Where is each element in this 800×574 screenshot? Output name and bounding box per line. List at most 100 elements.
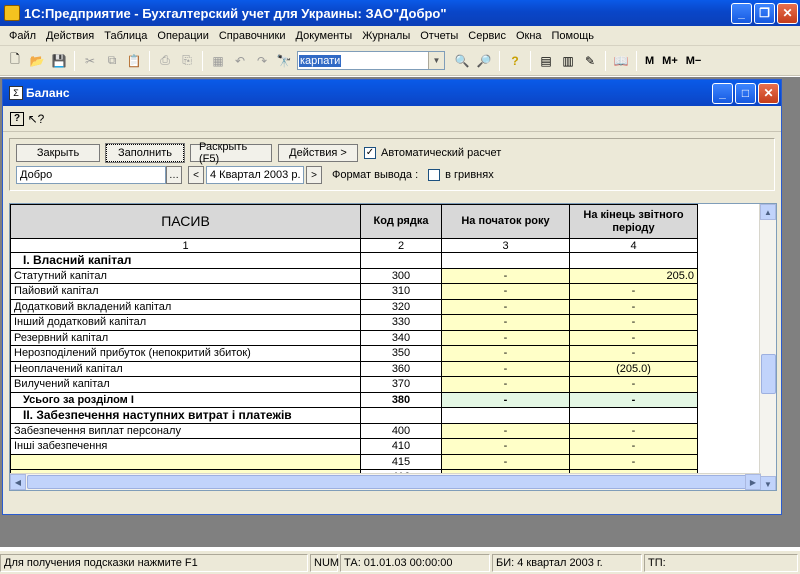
menu-help[interactable]: Помощь [547,30,600,42]
menu-table[interactable]: Таблица [99,30,152,42]
find-prev-icon[interactable]: 🔎 [474,51,494,71]
row-name-cell[interactable]: Додатковий вкладений капітал [10,298,361,315]
row-name-cell[interactable]: Вилучений капітал [10,376,361,393]
row-end-cell[interactable]: - [569,345,698,362]
print-preview-icon[interactable]: ⎘ [177,51,197,71]
vertical-scrollbar[interactable]: ▲ ▼ [759,204,776,490]
row-code-cell[interactable]: 410 [360,438,442,455]
row-start-cell[interactable]: - [441,314,570,331]
row-end-cell[interactable]: - [569,283,698,300]
close-button[interactable]: Закрыть [16,144,100,162]
row-code-cell[interactable]: 300 [360,267,442,284]
vertical-scroll-thumb[interactable] [761,354,776,394]
row-start-cell[interactable]: - [441,267,570,284]
help-question-icon[interactable]: ? [505,51,525,71]
row-name-cell[interactable] [10,453,361,470]
row-name-cell[interactable]: Неоплачений капітал [10,360,361,377]
row-start-cell[interactable]: - [441,283,570,300]
row-end-cell[interactable]: - [569,314,698,331]
row-code-cell[interactable]: 320 [360,298,442,315]
row-end-cell[interactable]: - [569,376,698,393]
period-next-button[interactable]: > [306,166,322,184]
cut-icon[interactable]: ✂ [80,51,100,71]
scroll-right-icon[interactable]: ▶ [745,474,761,490]
context-help-icon[interactable]: ↖? [26,109,46,129]
uah-checkbox[interactable] [428,169,441,181]
row-name-cell[interactable]: Забезпечення виплат персоналу [10,422,361,439]
row-name-cell[interactable]: Пайовий капітал [10,283,361,300]
memory-m-button[interactable]: M [641,55,658,67]
calculator-icon[interactable]: ▤ [536,51,556,71]
open-folder-icon[interactable]: 📂 [27,51,47,71]
menu-operations[interactable]: Операции [152,30,213,42]
row-end-cell[interactable]: 205.0 [569,267,698,284]
actions-button[interactable]: Действия > [278,144,358,162]
period-prev-button[interactable]: < [188,166,204,184]
menu-references[interactable]: Справочники [214,30,291,42]
horizontal-scrollbar[interactable]: ◀ ▶ [10,473,761,490]
child-close-icon[interactable]: ✕ [758,82,779,104]
row-end-cell[interactable]: - [569,329,698,346]
row-code-cell[interactable]: 415 [360,453,442,470]
row-start-cell[interactable]: - [441,422,570,439]
row-code-cell[interactable] [360,252,442,269]
report-help-icon[interactable]: ? [10,111,24,126]
row-start-cell[interactable]: - [441,298,570,315]
memory-add-button[interactable]: M+ [658,55,682,67]
new-document-icon[interactable]: 🗋 [5,51,25,71]
row-code-cell[interactable]: 360 [360,360,442,377]
row-end-cell[interactable]: - [569,453,698,470]
row-start-cell[interactable] [441,407,570,424]
row-code-cell[interactable]: 340 [360,329,442,346]
row-start-cell[interactable]: - [441,360,570,377]
row-name-cell[interactable]: Інший додатковий капітал [10,314,361,331]
scroll-up-icon[interactable]: ▲ [760,204,776,220]
row-name-cell[interactable]: Інші забезпечення [10,438,361,455]
find-next-icon[interactable]: 🔍 [452,51,472,71]
row-end-cell[interactable]: - [569,438,698,455]
row-name-cell[interactable]: II. Забезпечення наступних витрат і плат… [10,407,361,424]
menu-reports[interactable]: Отчеты [415,30,463,42]
chevron-down-icon[interactable]: ▼ [428,52,444,69]
paste-icon[interactable]: 📋 [124,51,144,71]
period-field[interactable]: 4 Квартал 2003 р. [206,166,304,184]
row-start-cell[interactable]: - [441,345,570,362]
book-icon[interactable]: 📖 [611,51,631,71]
row-name-cell[interactable]: Резервний капітал [10,329,361,346]
child-maximize-icon[interactable]: □ [735,82,756,104]
row-code-cell[interactable]: 310 [360,283,442,300]
row-end-cell[interactable]: - [569,298,698,315]
row-start-cell[interactable]: - [441,453,570,470]
redo-icon[interactable]: ↷ [252,51,272,71]
row-name-cell[interactable]: Усього за розділом I [10,391,361,408]
save-icon[interactable]: 💾 [49,51,69,71]
scroll-down-icon[interactable]: ▼ [760,476,776,490]
balance-spreadsheet[interactable]: ПАСИВ Код рядка На початок року На кінец… [9,203,777,491]
row-end-cell[interactable]: - [569,422,698,439]
minimize-icon[interactable]: _ [731,2,752,24]
row-code-cell[interactable]: 330 [360,314,442,331]
company-field[interactable]: Добро [16,166,166,184]
menu-file[interactable]: Файл [4,30,41,42]
row-start-cell[interactable]: - [441,391,570,408]
memory-subtract-button[interactable]: M− [682,55,706,67]
row-start-cell[interactable]: - [441,438,570,455]
row-start-cell[interactable] [441,252,570,269]
company-select-button[interactable]: … [166,166,182,184]
row-code-cell[interactable]: 370 [360,376,442,393]
close-icon[interactable]: ✕ [777,2,798,24]
row-end-cell[interactable]: (205.0) [569,360,698,377]
row-code-cell[interactable] [360,407,442,424]
row-end-cell[interactable] [569,252,698,269]
row-code-cell[interactable]: 350 [360,345,442,362]
row-name-cell[interactable]: Статутний капітал [10,267,361,284]
menu-documents[interactable]: Документы [291,30,358,42]
scroll-left-icon[interactable]: ◀ [10,474,26,490]
restore-icon[interactable]: ❐ [754,2,775,24]
binoculars-icon[interactable]: 🔭 [274,51,294,71]
menu-actions[interactable]: Действия [41,30,99,42]
horizontal-scroll-thumb[interactable] [27,475,747,489]
menu-service[interactable]: Сервис [463,30,511,42]
copy-icon[interactable]: ⧉ [102,51,122,71]
row-end-cell[interactable] [569,407,698,424]
